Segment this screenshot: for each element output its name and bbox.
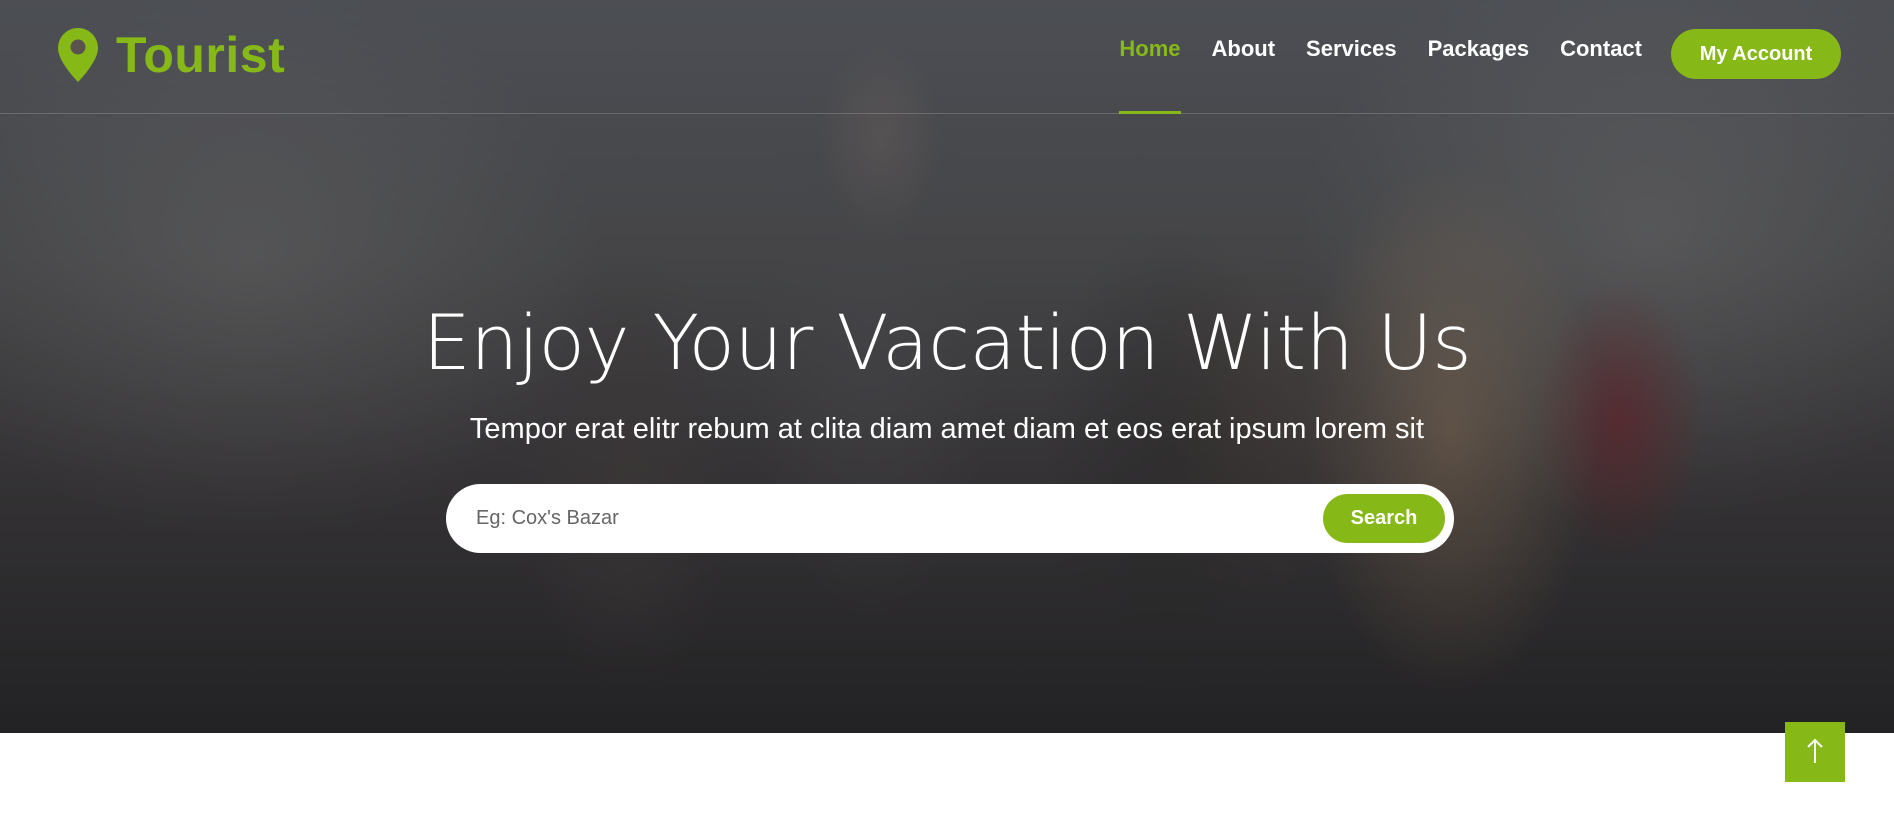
brand-name: Tourist [116, 27, 286, 83]
hero-photo-traveler-3 [1040, 220, 1300, 700]
arrow-up-icon [1805, 738, 1825, 767]
navbar: Tourist Home About Services Packages Con… [0, 0, 1894, 114]
hero-subtitle: Tempor erat elitr rebum at clita diam am… [469, 413, 1425, 445]
nav-link-services[interactable]: Services [1306, 36, 1397, 114]
back-to-top-button[interactable] [1785, 722, 1845, 782]
hero-title: Enjoy Your Vacation With Us [422, 298, 1472, 387]
search-bar: Search [446, 484, 1454, 553]
search-input[interactable] [476, 498, 1336, 538]
nav-menu: Home About Services Packages Contact [1088, 36, 1642, 114]
map-marker-icon [58, 28, 98, 82]
brand-logo[interactable]: Tourist [58, 26, 285, 84]
my-account-button[interactable]: My Account [1671, 29, 1841, 79]
nav-link-contact[interactable]: Contact [1560, 36, 1642, 114]
nav-link-packages[interactable]: Packages [1428, 36, 1530, 114]
search-button[interactable]: Search [1323, 494, 1445, 543]
nav-link-about[interactable]: About [1212, 36, 1276, 114]
nav-link-home[interactable]: Home [1119, 36, 1181, 114]
